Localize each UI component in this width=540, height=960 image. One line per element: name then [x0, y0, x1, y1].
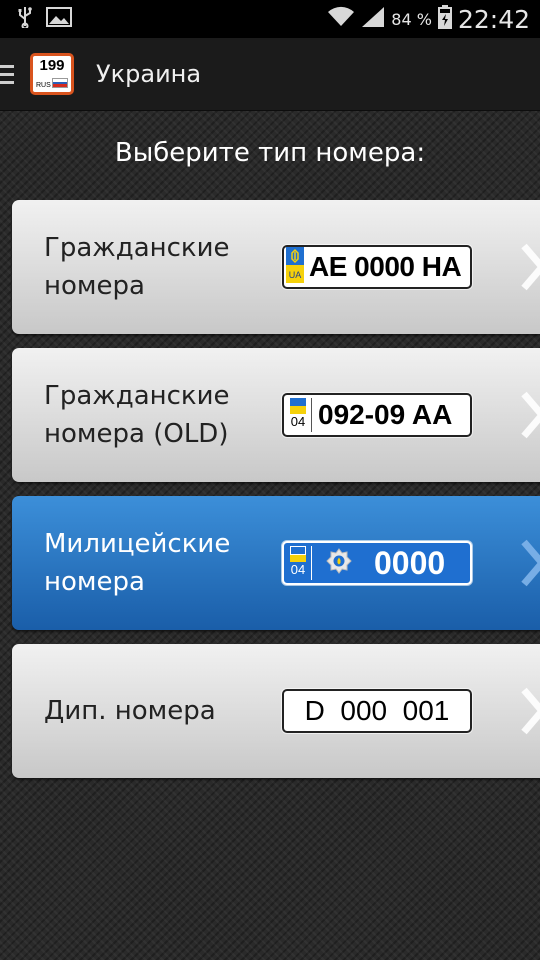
russian-flag-icon	[52, 78, 68, 88]
police-emblem-icon	[326, 548, 352, 578]
plate-type-label: Милицейские номера	[44, 529, 231, 597]
plate-type-label: Гражданские номера (OLD)	[44, 381, 230, 449]
app-logo[interactable]: 199 RUS	[30, 53, 74, 95]
status-bar: 84 % 22:42	[0, 0, 540, 38]
battery-percent: 84 %	[391, 9, 432, 29]
ua-flag-icon: UA	[285, 247, 305, 287]
plate-number: D 000 001	[304, 695, 450, 726]
plate-number: AE 0000 HA	[309, 251, 462, 282]
logo-number: 199	[39, 57, 65, 74]
plate-type-label: Дип. номера	[44, 696, 216, 726]
plate-type-police[interactable]: Милицейские номера 04 0000	[12, 496, 540, 630]
action-bar: 199 RUS Украина	[0, 38, 540, 111]
plate-region-code: 04	[290, 414, 306, 429]
ua-country-code: UA	[286, 265, 304, 283]
plate-region-code: 04	[290, 562, 306, 577]
chevron-right-icon	[521, 687, 540, 735]
chevron-right-icon	[521, 243, 540, 291]
ua-flag-icon	[290, 398, 306, 414]
usb-icon	[18, 6, 32, 32]
plate-type-diplomatic[interactable]: Дип. номера D 000 001	[12, 644, 540, 778]
plate-type-civil[interactable]: Гражданские номера UA AE 0000 HA	[12, 200, 540, 334]
wifi-icon	[327, 6, 355, 32]
plate-sample-police: 04 0000	[282, 541, 472, 585]
clock: 22:42	[457, 4, 530, 34]
chevron-right-icon	[521, 391, 540, 439]
plate-type-label: Гражданские номера	[44, 233, 230, 301]
logo-region: RUS	[36, 82, 51, 89]
plate-number: 092-09 AA	[318, 399, 453, 430]
section-heading: Выберите тип номера:	[114, 138, 426, 168]
plate-sample-civil: UA AE 0000 HA	[282, 245, 472, 289]
page-title: Украина	[96, 60, 202, 88]
ua-flag-icon	[290, 546, 306, 562]
chevron-right-icon	[521, 539, 540, 587]
plate-sample-diplomatic: D 000 001	[282, 689, 472, 733]
plate-type-civil-old[interactable]: Гражданские номера (OLD) 04 092-09 AA	[12, 348, 540, 482]
signal-icon	[361, 6, 385, 32]
plate-number: 0000	[374, 544, 446, 581]
battery-icon	[437, 5, 452, 33]
plate-sample-civil-old: 04 092-09 AA	[282, 393, 472, 437]
image-icon	[46, 7, 72, 31]
drawer-menu-icon[interactable]	[0, 61, 14, 88]
